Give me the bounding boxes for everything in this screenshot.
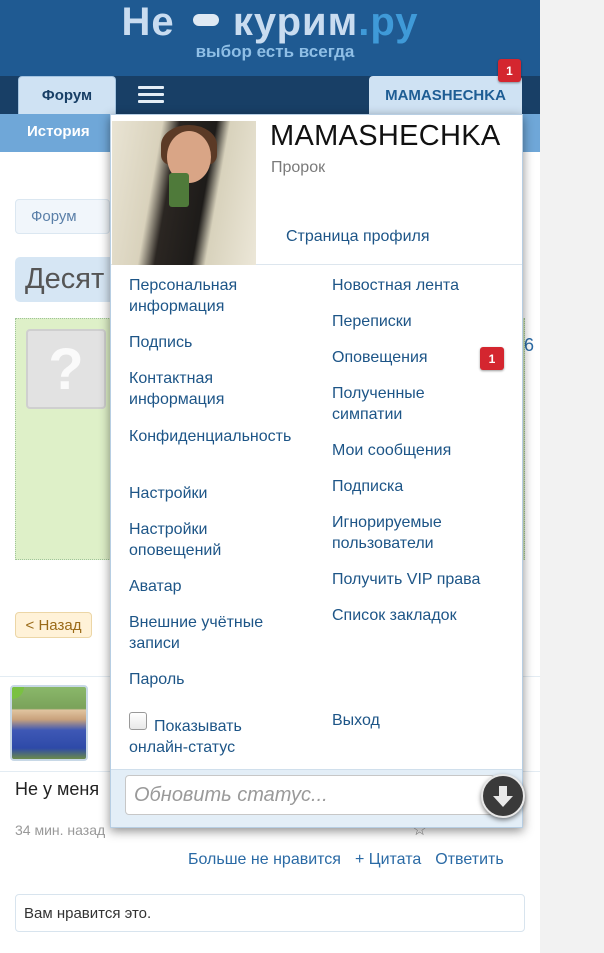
subnav-history-link[interactable]: История [27,123,90,140]
menu-my-posts[interactable]: Мои сообщения [332,440,512,461]
logo-word-ne: Не [121,0,175,44]
site-logo[interactable]: Не курим.ру [0,0,540,44]
notification-badge: 1 [498,59,521,82]
menu-privacy[interactable]: Конфиденциальность [129,426,301,447]
profile-page-link[interactable]: Страница профиля [286,228,430,246]
avatar-placeholder-icon[interactable]: ? [26,329,106,409]
menu-avatar[interactable]: Аватар [129,576,309,597]
side-counter: 6 [524,335,535,355]
logo-word-kurim: курим [232,0,359,44]
menu-external-accounts[interactable]: Внешние учётные записи [129,612,279,654]
breadcrumb[interactable]: Форум [15,199,110,234]
menu-get-vip[interactable]: Получить VIP права [332,569,512,590]
likes-summary: Вам нравится это. [15,894,525,932]
page-margin [540,0,604,953]
user-avatar[interactable] [112,121,256,265]
tab-forum[interactable]: Форум [18,76,116,114]
menu-ignored-users[interactable]: Игнорируемые пользователи [332,512,472,554]
menu-bookmarks[interactable]: Список закладок [332,605,512,626]
arrow-down-icon [493,786,513,807]
alerts-count-badge: 1 [480,347,504,370]
submit-status-button[interactable] [481,774,525,818]
menu-alert-preferences[interactable]: Настройки оповещений [129,519,239,561]
menu-signature[interactable]: Подпись [129,332,309,353]
status-input[interactable] [125,775,495,815]
menu-contact-info[interactable]: Контактная информация [129,368,309,410]
logo-slogan: выбор есть всегда [195,42,355,61]
menu-personal-info[interactable]: Персональная информация [129,275,309,317]
menu-password[interactable]: Пароль [129,669,309,690]
post-message: Не у меня [15,779,100,799]
quote-link[interactable]: + Цитата [355,851,421,869]
cigarette-icon [193,14,219,26]
logo-word-ru: .ру [358,0,419,44]
menu-preferences[interactable]: Настройки [129,483,309,504]
unlike-link[interactable]: Больше не нравится [188,851,341,869]
menu-conversations[interactable]: Переписки [332,311,512,332]
leaf-icon [12,687,24,699]
hamburger-menu-icon[interactable] [138,86,164,104]
menu-subscriptions[interactable]: Подписка [332,476,512,497]
menu-likes-received[interactable]: Полученные симпатии [332,383,442,425]
page-title: Десят [15,257,125,302]
user-name: MAMASHECHKA [270,120,501,152]
user-rank: Пророк [271,159,326,176]
menu-news-feed[interactable]: Новостная лента [332,275,512,296]
menu-logout[interactable]: Выход [332,710,512,731]
account-dropdown-menu: MAMASHECHKA Пророк Страница профиля Перс… [110,114,525,828]
reply-link[interactable]: Ответить [435,851,503,869]
post-actions: Больше не нравится + Цитата Ответить [188,851,504,869]
post-author-avatar[interactable] [10,685,88,761]
back-button[interactable]: < Назад [15,612,92,638]
post-timestamp[interactable]: 34 мин. назад [15,822,105,838]
show-online-label[interactable]: Показывать онлайн-статус [129,716,279,758]
